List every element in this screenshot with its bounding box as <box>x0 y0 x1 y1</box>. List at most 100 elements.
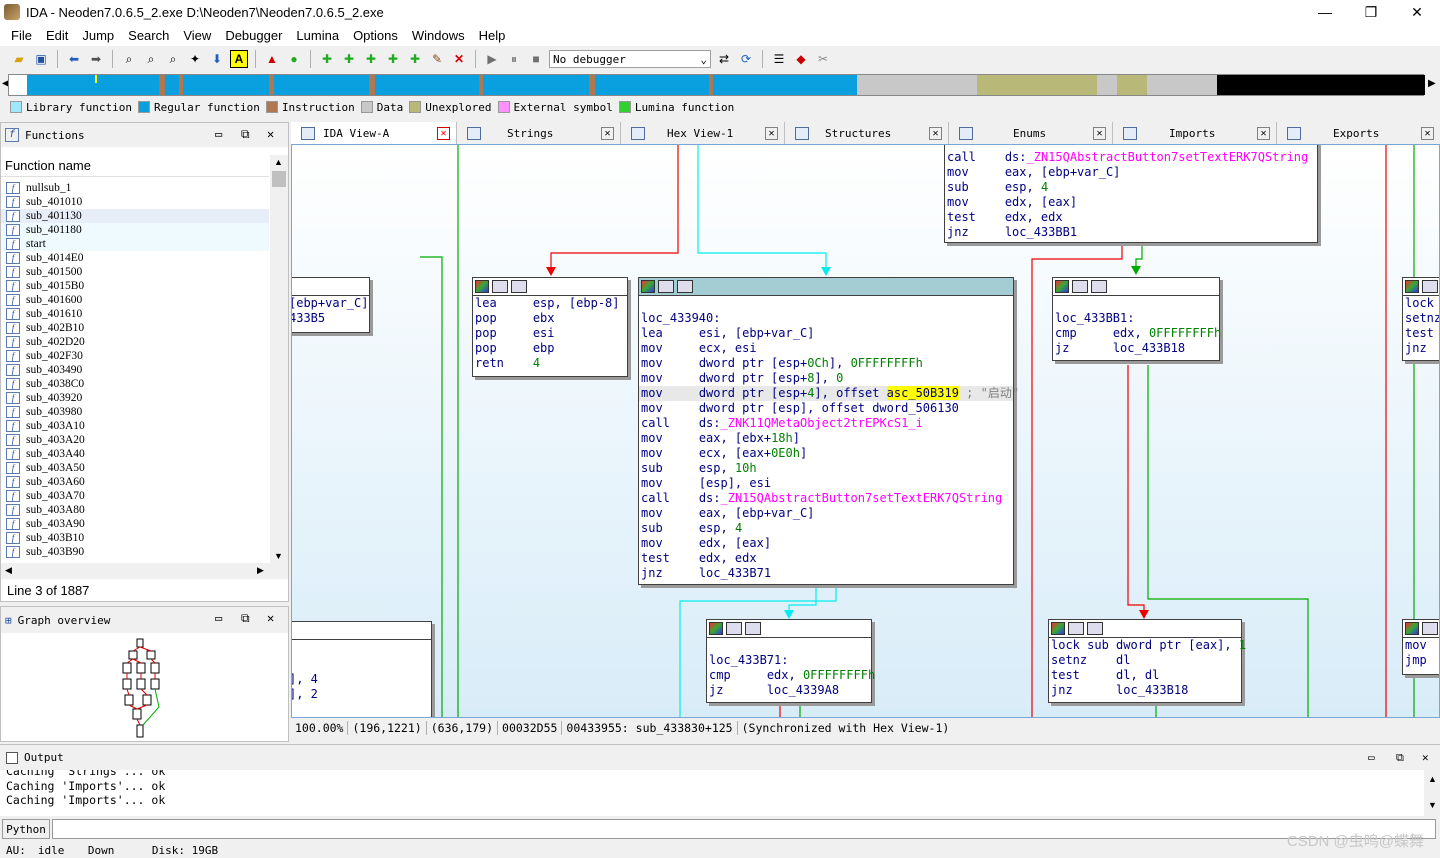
code-line[interactable]: call ds:_ZNK11QMetaObject2trEPKcS1_i <box>639 416 1013 431</box>
menu-help[interactable]: Help <box>472 28 513 43</box>
back-arrow-icon[interactable]: ⬅ <box>65 50 83 68</box>
function-list-item[interactable]: f sub_403A70 <box>1 489 269 503</box>
code-line[interactable]: test edx, edx <box>945 210 1317 225</box>
function-list-item[interactable]: f sub_401130 <box>1 209 269 223</box>
code-block-lock-sub[interactable]: lock sub dword ptr [eax], 1 setnz dl tes… <box>1048 619 1246 703</box>
code-line[interactable]: setnz dl <box>1049 653 1241 668</box>
code-line[interactable]: 433B5 <box>292 311 369 326</box>
code-block-setText[interactable]: call ds:_ZN15QAbstractButton7setTextERK7… <box>944 145 1318 243</box>
edit-icon[interactable]: ✎ <box>428 50 446 68</box>
code-line[interactable]: test edx, edx <box>639 551 1013 566</box>
create-code-icon[interactable]: ✚ <box>318 50 336 68</box>
output-minimize-icon[interactable]: ▭ <box>1368 751 1375 764</box>
code-line[interactable]: jnz loc_433B71 <box>639 566 1013 581</box>
green-circle-icon[interactable]: ● <box>285 50 303 68</box>
create-string-icon[interactable]: ✚ <box>362 50 380 68</box>
code-line[interactable]: jnz loc_433BB1 <box>945 225 1317 240</box>
tab-close-icon[interactable]: ✕ <box>437 126 450 140</box>
output-scrollbar[interactable]: ▲ ▼ <box>1424 770 1440 816</box>
function-list-item[interactable]: f sub_403B10 <box>1 531 269 545</box>
code-line[interactable]: sub esp, 10h <box>639 461 1013 476</box>
code-line[interactable]: test dl, dl <box>1049 668 1241 683</box>
pause-icon[interactable]: ⏸ <box>505 50 523 68</box>
code-line[interactable]: mov eax, [ebx+18h] <box>639 431 1013 446</box>
text-search-icon[interactable]: ⌕ <box>142 50 160 68</box>
code-line[interactable]: mov dword ptr [esp+0Ch], 0FFFFFFFFh <box>639 356 1013 371</box>
text-color-icon[interactable]: A <box>230 50 248 68</box>
code-line[interactable]: [ebp+var_C] <box>292 296 369 311</box>
function-list-item[interactable]: f sub_403B90 <box>1 545 269 559</box>
code-line[interactable]: lock sub dword ptr [eax], 1 <box>1049 638 1246 653</box>
code-line[interactable]: mov edx, [eax] <box>639 536 1013 551</box>
overview-close-icon[interactable]: ✕ <box>267 611 274 625</box>
code-line[interactable]: pop ebp <box>473 341 627 356</box>
tab-close-icon[interactable]: ✕ <box>1093 126 1106 140</box>
function-list-item[interactable]: f sub_402B10 <box>1 321 269 335</box>
code-line[interactable]: mov <box>1403 638 1439 653</box>
code-line[interactable]: mov dword ptr [esp+8], 0 <box>639 371 1013 386</box>
menu-file[interactable]: File <box>4 28 39 43</box>
code-line[interactable]: sub esp, 4 <box>945 180 1317 195</box>
function-list-item[interactable]: f sub_403A40 <box>1 447 269 461</box>
block-label[interactable]: loc_433BB1: <box>1053 311 1219 326</box>
navigation-band[interactable] <box>8 74 1425 96</box>
code-line[interactable]: jz loc_433B18 <box>1053 341 1219 356</box>
code-line[interactable]: test <box>1403 326 1439 341</box>
code-block-partial-left-bottom[interactable]: ], 4 ], 2 <box>292 621 432 717</box>
code-line[interactable]: ], 2 <box>292 687 431 702</box>
functions-scrollbar[interactable]: ▲ ▼ <box>270 155 288 563</box>
menu-debugger[interactable]: Debugger <box>218 28 289 43</box>
open-file-icon[interactable]: ▰ <box>10 50 28 68</box>
function-list-item[interactable]: f sub_401600 <box>1 293 269 307</box>
function-list-item[interactable]: f sub_403A20 <box>1 433 269 447</box>
code-line[interactable]: mov ecx, [eax+0E0h] <box>639 446 1013 461</box>
code-line[interactable]: mov eax, [ebp+var_C] <box>945 165 1317 180</box>
function-list-item[interactable]: f start <box>1 237 269 251</box>
function-list-item[interactable]: f sub_4015B0 <box>1 279 269 293</box>
code-line[interactable]: sub esp, 4 <box>639 521 1013 536</box>
function-list-item[interactable]: f sub_403A50 <box>1 461 269 475</box>
immediate-search-icon[interactable]: ⌕ <box>164 50 182 68</box>
binary-search-icon[interactable]: ⌕ <box>120 50 138 68</box>
code-line[interactable]: mov dword ptr [esp], offset dword_506130 <box>639 401 1013 416</box>
menu-options[interactable]: Options <box>346 28 405 43</box>
functions-hscrollbar[interactable]: ◀ ▶ <box>1 563 288 579</box>
code-line[interactable]: jnz <box>1403 341 1439 356</box>
code-block-loc-433bb1[interactable]: loc_433BB1: cmp edx, 0FFFFFFFFh jz loc_4… <box>1052 277 1221 361</box>
code-line[interactable]: pop ebx <box>473 311 627 326</box>
function-list-item[interactable]: f sub_401500 <box>1 265 269 279</box>
tools-icon[interactable]: ✂ <box>814 50 832 68</box>
create-function-icon[interactable]: ✚ <box>406 50 424 68</box>
forward-arrow-icon[interactable]: ➡ <box>87 50 105 68</box>
breakpoint-icon[interactable]: ◆ <box>792 50 810 68</box>
menu-lumina[interactable]: Lumina <box>289 28 346 43</box>
tab-close-icon[interactable]: ✕ <box>765 126 778 140</box>
code-line[interactable]: mov edx, [eax] <box>945 195 1317 210</box>
code-line[interactable]: cmp edx, 0FFFFFFFFh <box>1053 326 1221 341</box>
code-block-right-edge[interactable]: lock setnz test jnz <box>1402 277 1439 361</box>
debugger-select[interactable]: No debugger ⌄ <box>549 50 711 68</box>
code-line[interactable]: cmp edx, 0FFFFFFFFh <box>707 668 875 683</box>
code-line[interactable]: pop esi <box>473 326 627 341</box>
panel-minimize-icon[interactable]: ▭ <box>215 127 222 141</box>
function-list-item[interactable]: f sub_402F30 <box>1 349 269 363</box>
jump-down-icon[interactable]: ⬇ <box>208 50 226 68</box>
tab-enums[interactable]: Enums ✕ <box>949 122 1113 144</box>
function-name-column-header[interactable]: Function name <box>1 155 269 177</box>
code-line[interactable]: mov ecx, esi <box>639 341 1013 356</box>
tab-close-icon[interactable]: ✕ <box>601 126 614 140</box>
menu-edit[interactable]: Edit <box>39 28 75 43</box>
menu-windows[interactable]: Windows <box>405 28 472 43</box>
graph-overview-thumbnail[interactable] <box>119 637 169 739</box>
code-line[interactable]: lea esp, [ebp-8] <box>473 296 627 311</box>
code-line[interactable]: call ds:_ZN15QAbstractButton7setTextERK7… <box>945 150 1317 165</box>
code-line[interactable]: jnz loc_433B18 <box>1049 683 1241 698</box>
function-list-item[interactable]: f sub_4038C0 <box>1 377 269 391</box>
menu-view[interactable]: View <box>176 28 218 43</box>
panel-float-icon[interactable]: ⧉ <box>241 127 250 142</box>
function-list-item[interactable]: f sub_401180 <box>1 223 269 237</box>
code-line[interactable]: jmp <box>1403 653 1439 668</box>
function-list-item[interactable]: f sub_403920 <box>1 391 269 405</box>
attach-icon[interactable]: ⇄ <box>715 50 733 68</box>
tab-close-icon[interactable]: ✕ <box>1421 126 1434 140</box>
